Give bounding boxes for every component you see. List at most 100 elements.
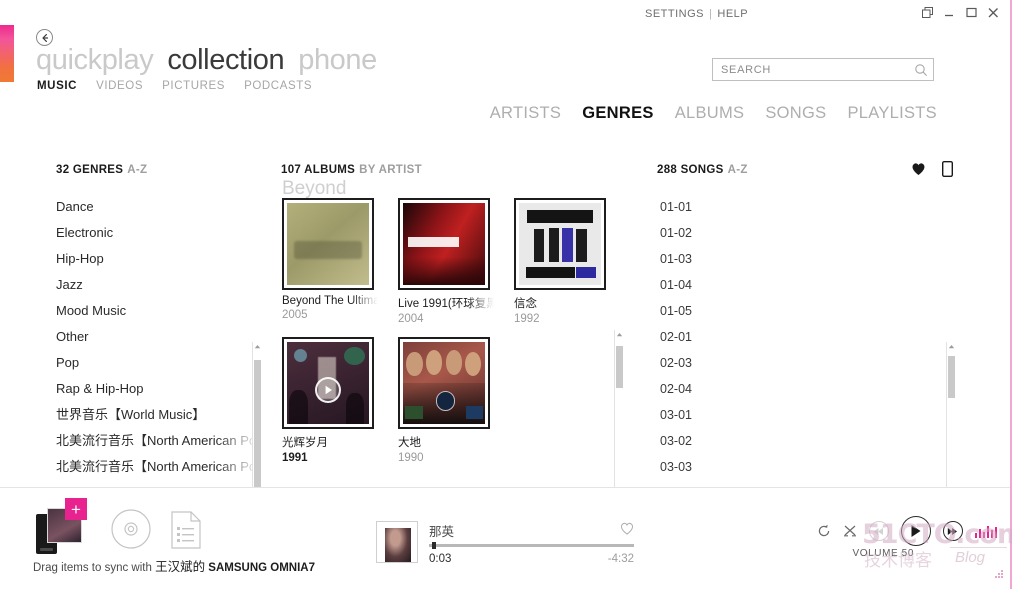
previous-icon[interactable] xyxy=(868,521,889,541)
help-link[interactable]: HELP xyxy=(717,8,748,20)
song-list-item[interactable]: 03-03 xyxy=(660,454,945,476)
tab-playlists[interactable]: PLAYLISTS xyxy=(847,104,937,123)
song-list-item[interactable]: 03-02 xyxy=(660,428,945,454)
subnav-videos[interactable]: VIDEOS xyxy=(96,80,143,92)
album-grid[interactable]: Beyond The Ultimate Story 2005 Live 1991(环… xyxy=(282,198,612,464)
genres-scroll-thumb[interactable] xyxy=(254,360,261,490)
genre-list-item[interactable]: Rap & Hip-Hop xyxy=(56,376,261,402)
phone-icon[interactable] xyxy=(941,160,954,182)
album-play-overlay-icon[interactable] xyxy=(315,377,341,404)
tab-genres[interactable]: GENRES xyxy=(582,104,653,123)
zune-application-window: SETTINGS | HELP quickplay collection phone xyxy=(0,0,1012,589)
hub-phone[interactable]: phone xyxy=(298,44,377,77)
album-title: 光辉岁月 xyxy=(282,437,328,449)
shuffle-icon[interactable] xyxy=(843,524,857,538)
search-box[interactable] xyxy=(712,58,934,81)
transport-controls xyxy=(817,516,997,546)
maximize-icon[interactable] xyxy=(965,6,978,19)
album-art[interactable] xyxy=(398,337,490,429)
song-list-item[interactable]: 01-04 xyxy=(660,272,945,298)
album-art[interactable] xyxy=(398,198,490,290)
album-art[interactable] xyxy=(282,198,374,290)
tab-artists[interactable]: ARTISTS xyxy=(490,104,561,123)
sync-device-name: SAMSUNG OMNIA7 xyxy=(208,562,315,574)
hub-quickplay[interactable]: quickplay xyxy=(36,44,154,77)
album-cell[interactable]: Beyond The Ultimate Story 2005 xyxy=(282,198,378,325)
seek-handle[interactable] xyxy=(432,542,437,549)
song-list-item[interactable]: 01-01 xyxy=(660,194,945,220)
heart-outline-icon[interactable] xyxy=(620,522,634,540)
albums-scroll-thumb[interactable] xyxy=(616,346,623,388)
genre-list-item[interactable]: 世界音乐【World Music】 xyxy=(56,402,261,428)
genre-list-item[interactable]: Jazz xyxy=(56,272,261,298)
sync-targets: + xyxy=(33,498,201,554)
seek-slider[interactable] xyxy=(429,542,634,549)
next-icon[interactable] xyxy=(942,521,963,541)
heart-filled-icon[interactable] xyxy=(911,162,926,181)
album-art[interactable] xyxy=(282,337,374,429)
minimize-icon[interactable] xyxy=(943,6,956,19)
song-list-item[interactable]: 02-03 xyxy=(660,350,945,376)
nowplaying-art[interactable] xyxy=(376,521,418,563)
close-icon[interactable] xyxy=(987,6,1000,19)
subnav-music[interactable]: MUSIC xyxy=(37,80,77,92)
songs-header-icons xyxy=(911,160,954,182)
genre-list-item[interactable]: Pop xyxy=(56,350,261,376)
library-view-nav: ARTISTS GENRES ALBUMS SONGS PLAYLISTS xyxy=(490,104,937,123)
genre-list-item[interactable]: 北美流行音乐【North American Pop】 xyxy=(56,454,261,476)
song-list-item[interactable]: 03-01 xyxy=(660,402,945,428)
subnav-podcasts[interactable]: PODCASTS xyxy=(244,80,312,92)
brand-accent-bar xyxy=(0,25,14,82)
genre-list-item[interactable]: Other xyxy=(56,324,261,350)
albums-column-header: 107 ALBUMS BY ARTIST xyxy=(281,164,626,176)
repeat-icon[interactable] xyxy=(817,524,831,538)
genre-list-item[interactable]: Hip-Hop xyxy=(56,246,261,272)
genre-list-item[interactable]: 北美流行音乐【North American Pop】 xyxy=(56,428,261,454)
album-cell[interactable]: Live 1991(环球复黑王) 2004 xyxy=(398,198,494,325)
genres-scroll-up-icon[interactable] xyxy=(253,342,262,351)
settings-link[interactable]: SETTINGS xyxy=(645,8,704,20)
subnav-pictures[interactable]: PICTURES xyxy=(162,80,225,92)
song-list-item[interactable]: 02-04 xyxy=(660,376,945,402)
volume-label[interactable]: VOLUME 50 xyxy=(852,548,914,559)
search-input[interactable] xyxy=(713,59,909,80)
genre-list-item[interactable]: Dance xyxy=(56,194,261,220)
song-list-item[interactable]: 01-03 xyxy=(660,246,945,272)
album-cell[interactable]: 大地 1990 xyxy=(398,337,494,464)
playlist-icon[interactable] xyxy=(171,511,201,554)
song-list-item[interactable]: 01-05 xyxy=(660,298,945,324)
songs-scroll-thumb[interactable] xyxy=(948,356,955,398)
album-year: 1991 xyxy=(282,452,308,464)
song-list-item[interactable]: 01-02 xyxy=(660,220,945,246)
hub-collection[interactable]: collection xyxy=(167,44,284,77)
nowplaying-info: 那英 0:03 -4:32 xyxy=(429,521,634,565)
album-art-image xyxy=(287,203,369,285)
tab-songs[interactable]: SONGS xyxy=(765,104,826,123)
genre-list-item[interactable]: Electronic xyxy=(56,220,261,246)
album-year: 2004 xyxy=(398,313,424,325)
cd-icon[interactable] xyxy=(111,509,151,554)
album-title: 信念 xyxy=(514,298,537,310)
phone-device-icon[interactable]: + xyxy=(33,498,91,554)
album-cell[interactable]: 光辉岁月 1991 xyxy=(282,337,378,464)
album-cell[interactable]: 信念 1992 xyxy=(514,198,610,325)
genre-list-item[interactable]: Mood Music xyxy=(56,298,261,324)
system-title-bar: SETTINGS | HELP xyxy=(0,0,1010,28)
album-art[interactable] xyxy=(514,198,606,290)
songs-scroll-up-icon[interactable] xyxy=(947,342,956,351)
search-icon[interactable] xyxy=(909,63,933,77)
albums-pane[interactable]: Beyond Beyond The Ultimate Story 2005 Live… xyxy=(278,178,616,476)
song-list-item[interactable]: 02-01 xyxy=(660,324,945,350)
now-playing: 那英 0:03 -4:32 xyxy=(376,521,634,565)
equalizer-icon[interactable] xyxy=(974,525,997,538)
genres-sort: A-Z xyxy=(127,164,148,176)
tab-albums[interactable]: ALBUMS xyxy=(675,104,745,123)
genre-list[interactable]: Dance Electronic Hip-Hop Jazz Mood Music Othe… xyxy=(56,194,261,476)
play-icon[interactable] xyxy=(900,516,931,546)
genres-column-header: 32 GENRES A-Z xyxy=(56,164,261,176)
restore-down-icon[interactable] xyxy=(921,6,934,19)
album-art-image xyxy=(403,342,485,424)
songs-sort: A-Z xyxy=(727,164,748,176)
albums-scroll-up-icon[interactable] xyxy=(615,330,624,339)
song-list[interactable]: 01-01 01-02 01-03 01-04 01-05 02-01 02-03 02-04… xyxy=(660,194,945,476)
